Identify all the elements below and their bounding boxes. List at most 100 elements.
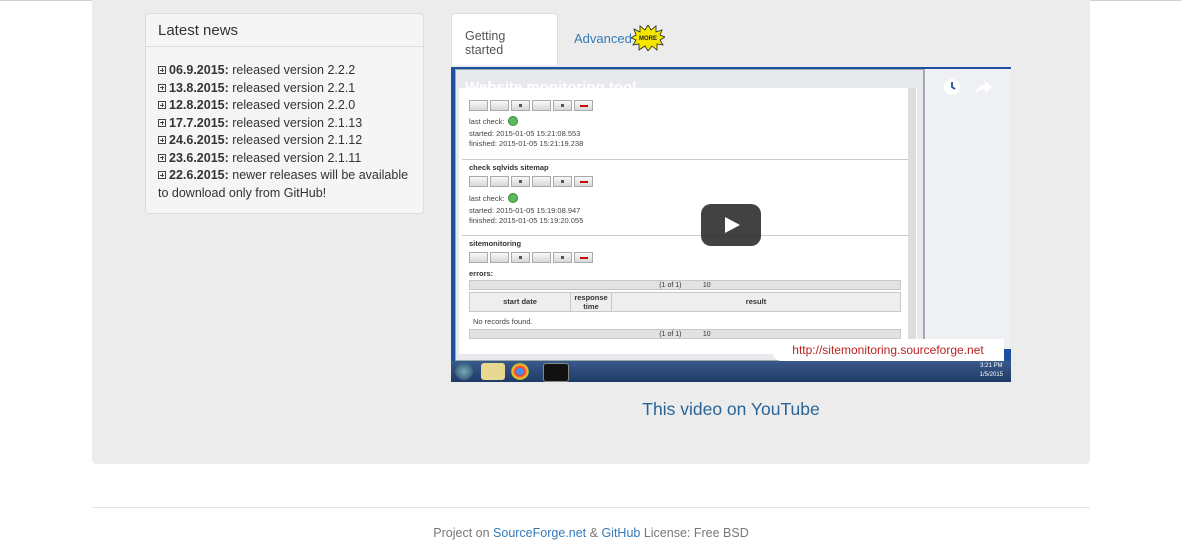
- list-button[interactable]: [511, 176, 530, 187]
- run-button[interactable]: [553, 176, 572, 187]
- tab-advanced[interactable]: Advanced: [574, 31, 632, 46]
- watch-later-icon[interactable]: [943, 78, 961, 96]
- section-name: sitemonitoring: [469, 239, 522, 248]
- ok-icon: [508, 116, 518, 126]
- grid-header: start date response time result: [469, 292, 901, 312]
- url-overlay: http://sitemonitoring.sourceforge.net: [772, 339, 1004, 361]
- list-button[interactable]: [511, 100, 530, 111]
- divider: [462, 235, 908, 236]
- terminal-icon: [543, 363, 569, 382]
- news-date: 13.8.2015:: [169, 80, 229, 95]
- play-button[interactable]: [701, 204, 761, 246]
- last-check-label: last check:: [469, 117, 505, 126]
- news-item: 12.8.2015: released version 2.2.0: [158, 97, 411, 115]
- more-badge-text: MORE: [639, 36, 657, 42]
- wrench-button[interactable]: [532, 176, 551, 187]
- finished-text: finished: 2015-01-05 15:21:19.238: [469, 139, 584, 148]
- share-icon[interactable]: [975, 79, 993, 95]
- footer-license: License: Free BSD: [640, 526, 749, 540]
- news-item: 24.6.2015: released version 2.1.12: [158, 132, 411, 150]
- chart-button[interactable]: [490, 252, 509, 263]
- expand-icon[interactable]: [158, 118, 166, 127]
- started-text: started: 2015-01-05 15:21:08.553: [469, 129, 581, 138]
- news-date: 24.6.2015:: [169, 133, 229, 147]
- news-text: released version 2.1.12: [228, 133, 363, 147]
- delete-button[interactable]: [574, 176, 593, 187]
- run-button[interactable]: [553, 100, 572, 111]
- news-text: released version 2.1.11: [228, 150, 362, 165]
- wrench-button[interactable]: [532, 100, 551, 111]
- news-item: 23.6.2015: released version 2.1.11: [158, 150, 411, 168]
- footer-amp: &: [586, 526, 602, 540]
- column-start-date[interactable]: start date: [470, 293, 570, 311]
- news-date: 12.8.2015:: [169, 98, 229, 112]
- news-date: 23.6.2015:: [169, 150, 229, 165]
- news-text: released version 2.2.1: [228, 80, 356, 95]
- news-item: 13.8.2015: released version 2.2.1: [158, 80, 411, 98]
- started-text: started: 2015-01-05 15:19:08.947: [469, 206, 581, 215]
- grid-pager-bottom: (1 of 1) 10: [469, 329, 901, 339]
- sourceforge-link[interactable]: SourceForge.net: [493, 526, 586, 540]
- page-size[interactable]: 10: [703, 282, 711, 289]
- run-button[interactable]: [553, 252, 572, 263]
- expand-icon[interactable]: [158, 83, 166, 92]
- expand-icon[interactable]: [158, 153, 166, 162]
- clock-time: 3:21 PM: [980, 363, 1003, 369]
- up-button[interactable]: [469, 176, 488, 187]
- tab-getting-started[interactable]: Getting started: [451, 13, 558, 65]
- chrome-icon: [511, 363, 529, 380]
- ok-icon: [508, 193, 518, 203]
- video-player[interactable]: last check: started: 2015-01-05 15:21:08…: [451, 67, 1011, 382]
- finished-text: finished: 2015-01-05 15:19:20.055: [469, 216, 584, 225]
- chart-button[interactable]: [490, 176, 509, 187]
- latest-news-panel: Latest news 06.9.2015: released version …: [145, 13, 424, 214]
- up-button[interactable]: [469, 100, 488, 111]
- scrollbar[interactable]: [908, 88, 916, 354]
- list-button[interactable]: [511, 252, 530, 263]
- clock-date: 1/5/2015: [979, 372, 1003, 378]
- news-heading: Latest news: [146, 14, 423, 47]
- app-content: last check: started: 2015-01-05 15:21:08…: [459, 88, 917, 354]
- delete-button[interactable]: [574, 100, 593, 111]
- errors-label: errors:: [469, 269, 494, 278]
- divider: [462, 159, 908, 160]
- expand-icon[interactable]: [158, 136, 166, 144]
- video-title[interactable]: Website monitoring tool: [465, 79, 636, 96]
- empty-message: No records found.: [473, 317, 533, 326]
- toolbar-row: [469, 100, 595, 112]
- pager-text: (1 of 1): [659, 331, 682, 338]
- column-response-time[interactable]: response time: [570, 293, 612, 311]
- column-result[interactable]: result: [612, 293, 900, 311]
- news-date: 06.9.2015:: [169, 63, 229, 77]
- news-item: 17.7.2015: released version 2.1.13: [158, 115, 411, 133]
- news-date: 17.7.2015:: [169, 115, 229, 130]
- wrench-button[interactable]: [532, 252, 551, 263]
- news-text: released version 2.1.13: [228, 115, 363, 130]
- side-window: [924, 69, 1011, 349]
- toolbar-row: [469, 252, 595, 264]
- footer: Project on SourceForge.net & GitHub Lice…: [92, 526, 1090, 540]
- more-badge[interactable]: MORE: [631, 25, 665, 51]
- start-icon: [455, 363, 473, 380]
- page-size[interactable]: 10: [703, 331, 711, 338]
- news-item: 22.6.2015: newer releases will be availa…: [158, 167, 411, 202]
- expand-icon[interactable]: [158, 101, 166, 109]
- footer-divider: [92, 507, 1090, 508]
- expand-icon[interactable]: [158, 171, 166, 179]
- last-check-label: last check:: [469, 194, 505, 203]
- news-text: released version 2.2.0: [228, 98, 356, 112]
- up-button[interactable]: [469, 252, 488, 263]
- folder-icon: [481, 363, 505, 380]
- news-text: released version 2.2.2: [228, 63, 356, 77]
- pager-text: (1 of 1): [659, 282, 682, 289]
- expand-icon[interactable]: [158, 66, 166, 74]
- browser-window: last check: started: 2015-01-05 15:21:08…: [455, 69, 924, 361]
- delete-button[interactable]: [574, 252, 593, 263]
- footer-prefix: Project on: [433, 526, 494, 540]
- youtube-link[interactable]: This video on YouTube: [451, 399, 1011, 420]
- section-name: check sqlvids sitemap: [469, 163, 549, 172]
- github-link[interactable]: GitHub: [601, 526, 640, 540]
- toolbar-row: [469, 176, 595, 188]
- chart-button[interactable]: [490, 100, 509, 111]
- news-list: 06.9.2015: released version 2.2.2 13.8.2…: [146, 47, 423, 202]
